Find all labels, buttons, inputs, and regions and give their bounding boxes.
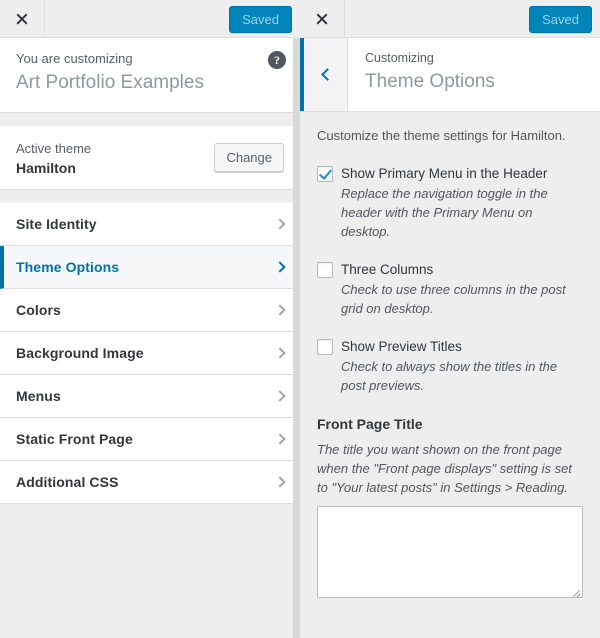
help-icon[interactable]: ? [268, 51, 286, 69]
active-theme-section: Active theme Hamilton Change [0, 126, 300, 190]
checkbox-three-columns[interactable] [317, 262, 333, 278]
panel-scroll-strip[interactable] [293, 0, 300, 638]
sidebar-item-label: Additional CSS [16, 474, 119, 490]
section-header: Customizing Theme Options [300, 38, 600, 112]
checkbox-row: Show Preview Titles [317, 337, 583, 357]
section-header-text: Customizing Theme Options [348, 38, 495, 111]
right-topbar: Saved [300, 0, 600, 38]
change-theme-button[interactable]: Change [214, 143, 284, 172]
panel-scroll-strip-top [293, 0, 300, 38]
checkbox-description: Check to use three columns in the post g… [341, 282, 566, 316]
sidebar-item-additional-css[interactable]: Additional CSS [0, 461, 300, 504]
front-page-title-label: Front Page Title [317, 416, 423, 432]
section-spacer [0, 113, 300, 126]
section-spacer-2 [0, 190, 300, 203]
sidebar-item-background-image[interactable]: Background Image [0, 332, 300, 375]
save-button-2[interactable]: Saved [529, 6, 592, 33]
sidebar-item-label: Site Identity [16, 216, 97, 232]
customizing-kicker: You are customizing [16, 51, 133, 66]
front-page-title-textarea[interactable] [317, 506, 583, 598]
chevron-right-icon [274, 304, 286, 316]
customizer-right-panel: Saved Customizing Theme Options Customiz… [300, 0, 600, 638]
back-button[interactable] [300, 38, 348, 111]
site-title: Art Portfolio Examples [16, 72, 204, 93]
sidebar-item-label: Theme Options [16, 259, 120, 275]
section-title: Theme Options [365, 71, 495, 92]
front-page-title-field-wrap [317, 506, 583, 598]
sidebar-item-theme-options[interactable]: Theme Options [0, 246, 300, 289]
customizer-screen: Saved You are customizing Art Portfolio … [0, 0, 600, 638]
checkbox-label: Three Columns [341, 262, 434, 277]
chevron-left-icon [320, 68, 334, 81]
sidebar-item-label: Colors [16, 302, 61, 318]
customizer-nav-list: Site Identity Theme Options Colors Backg… [0, 203, 300, 504]
sidebar-item-static-front-page[interactable]: Static Front Page [0, 418, 300, 461]
chevron-right-icon [274, 476, 286, 488]
close-icon [315, 12, 329, 26]
close-customizer-button-2[interactable] [300, 0, 345, 37]
checkbox-label: Show Primary Menu in the Header [341, 166, 548, 181]
sidebar-item-site-identity[interactable]: Site Identity [0, 203, 300, 246]
close-customizer-button[interactable] [0, 0, 45, 37]
chevron-right-icon [274, 390, 286, 402]
checkbox-row: Show Primary Menu in the Header [317, 164, 583, 184]
customizing-info: You are customizing Art Portfolio Exampl… [0, 38, 300, 113]
checkbox-show-primary-menu[interactable] [317, 166, 333, 182]
checkbox-label: Show Preview Titles [341, 339, 462, 354]
sidebar-item-colors[interactable]: Colors [0, 289, 300, 332]
front-page-title-description: The title you want shown on the front pa… [317, 442, 572, 495]
section-kicker: Customizing [365, 51, 434, 65]
chevron-right-icon [274, 218, 286, 230]
sidebar-item-label: Menus [16, 388, 61, 404]
checkbox-row: Three Columns [317, 260, 583, 280]
sidebar-item-menus[interactable]: Menus [0, 375, 300, 418]
left-topbar: Saved [0, 0, 300, 38]
checkbox-description: Check to always show the titles in the p… [341, 359, 558, 393]
chevron-right-icon [274, 433, 286, 445]
section-body: Customize the theme settings for Hamilto… [300, 112, 600, 638]
chevron-right-icon [274, 261, 286, 273]
chevron-right-icon [274, 347, 286, 359]
checkbox-description: Replace the navigation toggle in the hea… [341, 186, 548, 239]
sidebar-item-label: Background Image [16, 345, 144, 361]
customizer-left-panel: Saved You are customizing Art Portfolio … [0, 0, 300, 638]
close-icon [15, 12, 29, 26]
sidebar-item-label: Static Front Page [16, 431, 133, 447]
section-description: Customize the theme settings for Hamilto… [317, 128, 566, 143]
control-three-columns: Three Columns Check to use three columns… [317, 260, 583, 318]
save-button[interactable]: Saved [229, 6, 292, 33]
checkbox-show-preview-titles[interactable] [317, 339, 333, 355]
control-show-primary-menu: Show Primary Menu in the Header Replace … [317, 164, 583, 241]
control-show-preview-titles: Show Preview Titles Check to always show… [317, 337, 583, 395]
control-front-page-title: Front Page Title The title you want show… [317, 414, 583, 598]
